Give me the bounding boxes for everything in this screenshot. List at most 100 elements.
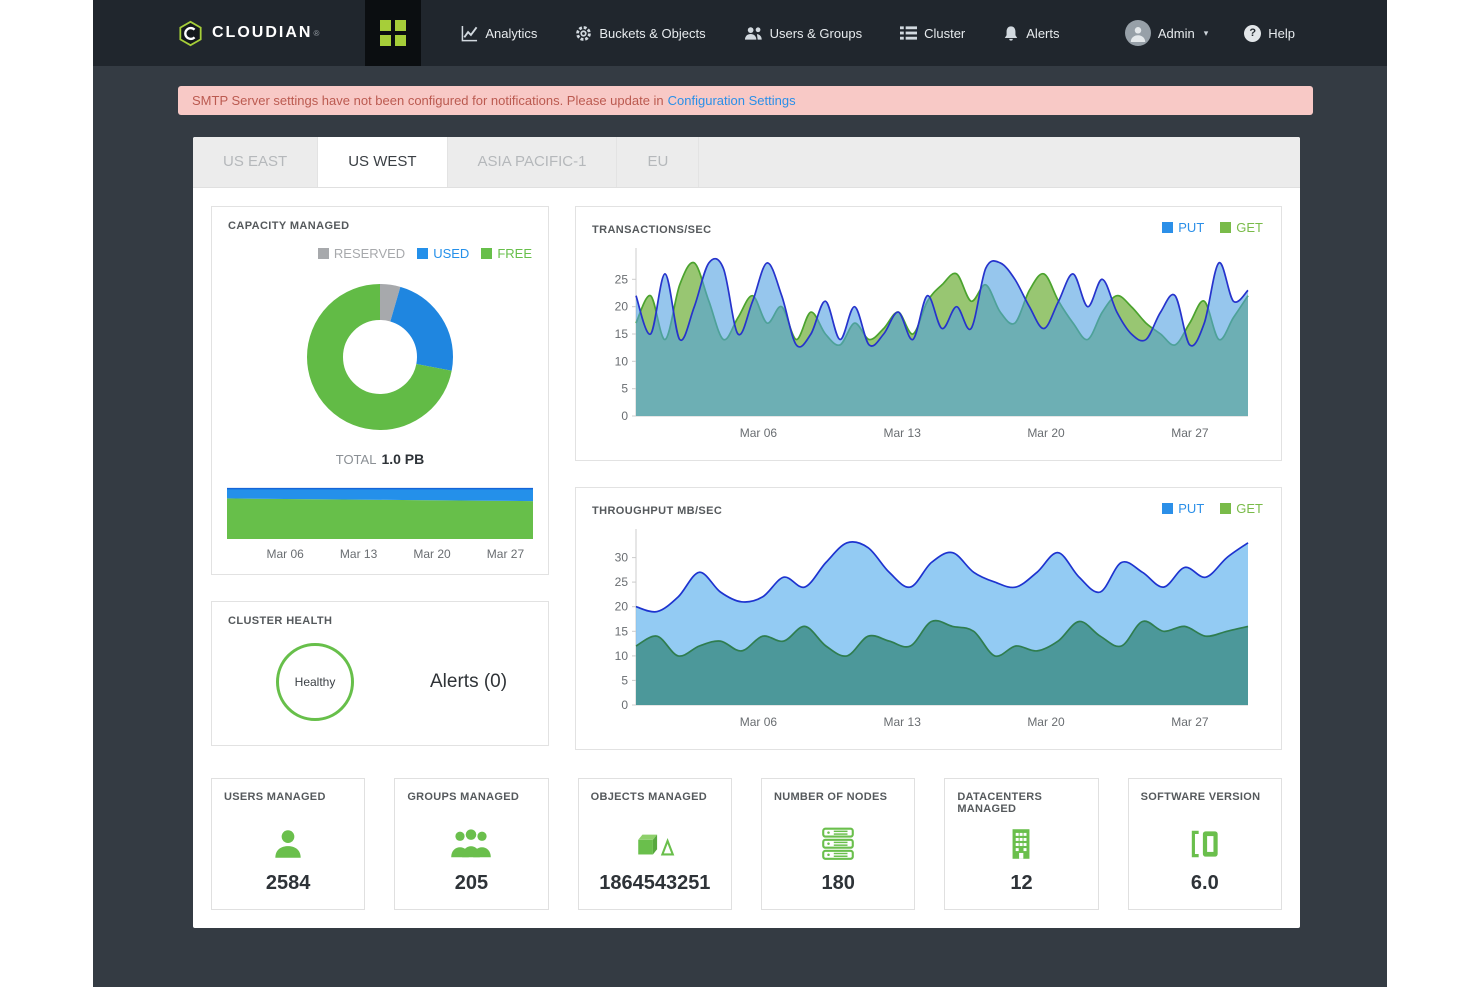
svg-text:15: 15 (614, 624, 628, 638)
tab-asia-pacific-1[interactable]: ASIA PACIFIC-1 (448, 137, 618, 187)
capacity-trend-xaxis: Mar 06 Mar 13 Mar 20 Mar 27 (227, 547, 533, 564)
nav-cluster[interactable]: Cluster (900, 26, 965, 41)
svg-text:Mar 13: Mar 13 (883, 426, 921, 440)
free-swatch (481, 248, 492, 259)
tab-eu[interactable]: EU (617, 137, 699, 187)
throughput-chart: 051015202530Mar 06Mar 13Mar 20Mar 27 (598, 523, 1260, 741)
logo-text: CLOUDIAN (212, 24, 312, 42)
legend-free[interactable]: FREE (481, 246, 532, 261)
tab-us-west[interactable]: US WEST (318, 137, 447, 187)
bell-icon (1003, 25, 1019, 42)
gear-icon (575, 25, 592, 42)
tab-us-east[interactable]: US EAST (193, 137, 318, 187)
put-swatch (1162, 222, 1173, 233)
svg-text:Mar 06: Mar 06 (739, 715, 777, 729)
logo[interactable]: CLOUDIAN® (177, 20, 319, 47)
main-nav: Analytics Buckets & Objects Users & Grou… (461, 25, 1059, 42)
groups-managed-card: GROUPS MANAGED 205 (394, 778, 548, 910)
group-icon (407, 820, 535, 868)
legend-reserved[interactable]: RESERVED (318, 246, 405, 261)
top-nav: CLOUDIAN® Analytics Buckets & Objects (93, 0, 1387, 66)
cluster-health-title: CLUSTER HEALTH (212, 602, 548, 631)
capacity-title: CAPACITY MANAGED (212, 207, 548, 236)
nav-right: Admin ▾ ? Help (1125, 20, 1295, 46)
legend-put[interactable]: PUT (1162, 501, 1204, 516)
capacity-managed-panel: CAPACITY MANAGED RESERVED USED FREE TOTA… (211, 206, 549, 575)
cluster-list-icon (900, 26, 917, 40)
configuration-settings-link[interactable]: Configuration Settings (668, 93, 796, 108)
users-managed-card: USERS MANAGED 2584 (211, 778, 365, 910)
svg-text:20: 20 (614, 600, 628, 614)
legend-used[interactable]: USED (417, 246, 469, 261)
dashboard-content: CAPACITY MANAGED RESERVED USED FREE TOTA… (193, 188, 1300, 928)
building-icon (957, 820, 1085, 868)
nav-analytics[interactable]: Analytics (461, 25, 537, 42)
svg-text:10: 10 (614, 354, 628, 368)
svg-text:Mar 06: Mar 06 (739, 426, 777, 440)
datacenters-managed-card: DATACENTERS MANAGED (944, 778, 1098, 910)
left-column: CAPACITY MANAGED RESERVED USED FREE TOTA… (211, 206, 549, 750)
get-swatch (1220, 222, 1231, 233)
capacity-trend-chart (227, 483, 533, 539)
svg-text:Mar 20: Mar 20 (1027, 426, 1065, 440)
throughput-title: THROUGHPUT MB/SEC (576, 492, 738, 521)
legend-put[interactable]: PUT (1162, 220, 1204, 235)
analytics-chart-icon (461, 25, 478, 42)
chevron-down-icon: ▾ (1204, 28, 1209, 39)
svg-text:Mar 27: Mar 27 (1171, 715, 1209, 729)
nav-users-groups[interactable]: Users & Groups (744, 25, 862, 41)
svg-text:5: 5 (621, 673, 628, 687)
registered-mark: ® (313, 29, 319, 38)
svg-text:Mar 20: Mar 20 (1027, 715, 1065, 729)
nav-alerts[interactable]: Alerts (1003, 25, 1059, 42)
cluster-health-body: Healthy Alerts (0) (212, 631, 548, 745)
svg-text:0: 0 (621, 409, 628, 423)
legend-get[interactable]: GET (1220, 501, 1263, 516)
health-status-ring: Healthy (276, 643, 354, 721)
version-door-icon (1141, 820, 1269, 868)
nav-help[interactable]: ? Help (1244, 25, 1295, 42)
user-icon (224, 820, 352, 868)
nav-dashboard[interactable] (365, 0, 421, 66)
transactions-panel: TRANSACTIONS/SEC PUT GET 0510152025Mar 0… (575, 206, 1282, 461)
legend-get[interactable]: GET (1220, 220, 1263, 235)
server-stack-icon (774, 820, 902, 868)
help-icon: ? (1244, 25, 1261, 42)
capacity-legend: RESERVED USED FREE (212, 236, 548, 261)
svg-text:25: 25 (614, 575, 628, 589)
capacity-total: TOTAL1.0 PB (212, 451, 548, 467)
software-version-card: SOFTWARE VERSION 6.0 (1128, 778, 1282, 910)
transactions-legend: PUT GET (1144, 207, 1281, 235)
objects-box-icon (591, 820, 719, 868)
capacity-donut-chart (294, 271, 466, 443)
cluster-health-panel: CLUSTER HEALTH Healthy Alerts (0) (211, 601, 549, 746)
svg-text:5: 5 (621, 382, 628, 396)
app-window: CLOUDIAN® Analytics Buckets & Objects (93, 0, 1387, 987)
avatar (1125, 20, 1151, 46)
svg-text:20: 20 (614, 300, 628, 314)
svg-text:30: 30 (614, 551, 628, 565)
transactions-title: TRANSACTIONS/SEC (576, 211, 727, 240)
nav-buckets-objects[interactable]: Buckets & Objects (575, 25, 705, 42)
stats-row: USERS MANAGED 2584 GROUPS MANAGED 205 (211, 778, 1282, 910)
used-swatch (417, 248, 428, 259)
cloudian-logo-icon (177, 20, 204, 47)
capacity-trend: Mar 06 Mar 13 Mar 20 Mar 27 (227, 483, 533, 564)
admin-menu[interactable]: Admin ▾ (1125, 20, 1208, 46)
svg-text:0: 0 (621, 698, 628, 712)
put-swatch (1162, 503, 1173, 514)
svg-text:Mar 13: Mar 13 (883, 715, 921, 729)
smtp-warning-banner: SMTP Server settings have not been confi… (178, 86, 1313, 115)
reserved-swatch (318, 248, 329, 259)
alerts-count: Alerts (0) (430, 671, 507, 693)
throughput-panel: THROUGHPUT MB/SEC PUT GET 051015202530Ma… (575, 487, 1282, 750)
throughput-legend: PUT GET (1144, 488, 1281, 516)
region-tabs: US EAST US WEST ASIA PACIFIC-1 EU (193, 137, 1300, 188)
objects-managed-card: OBJECTS MANAGED 1864543251 (578, 778, 732, 910)
banner-text: SMTP Server settings have not been confi… (192, 93, 664, 108)
transactions-chart: 0510152025Mar 06Mar 13Mar 20Mar 27 (598, 242, 1260, 452)
svg-text:15: 15 (614, 327, 628, 341)
right-column: TRANSACTIONS/SEC PUT GET 0 5 10 15 20 25 Mar 0… (575, 206, 1282, 750)
number-of-nodes-card: NUMBER OF NODES 180 (761, 778, 915, 910)
get-swatch (1220, 503, 1231, 514)
